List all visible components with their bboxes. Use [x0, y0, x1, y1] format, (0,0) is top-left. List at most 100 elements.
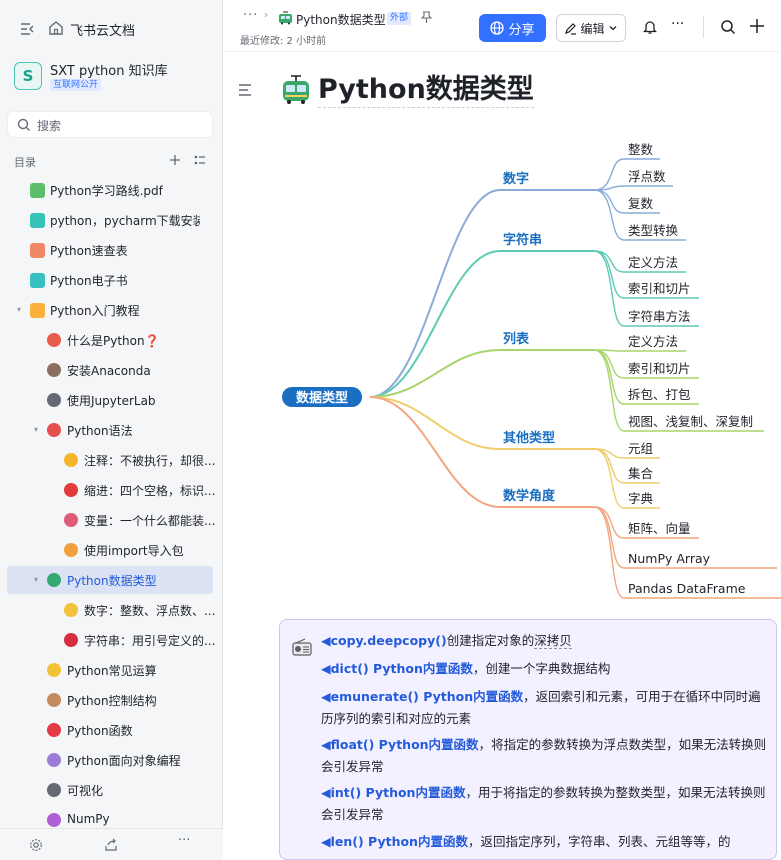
- sidebar-item-label: Python函数: [67, 724, 133, 738]
- description-text: ，创建一个字典数据结构: [472, 661, 611, 676]
- list-icon[interactable]: [194, 154, 206, 166]
- sidebar-item[interactable]: ▾ Python入门教程: [7, 296, 213, 324]
- sidebar-search[interactable]: 搜索: [7, 111, 213, 138]
- callout-line: ◀copy.deepcopy()创建指定对象的深拷贝: [321, 630, 771, 652]
- sidebar-item[interactable]: ▾ Python语法: [7, 416, 213, 444]
- expand-arrow-icon[interactable]: ▾: [31, 425, 41, 435]
- edit-button[interactable]: 编辑: [556, 14, 626, 42]
- mindmap-leaf-label: 视图、浅复制、深复制: [628, 414, 753, 429]
- sidebar-item-label: Python学习路线.pdf: [50, 184, 163, 198]
- sidebar-item[interactable]: 使用JupyterLab: [7, 386, 213, 414]
- collapse-sidebar-icon[interactable]: [18, 21, 36, 37]
- term-link[interactable]: 深拷贝: [534, 633, 572, 649]
- sidebar-item[interactable]: python，pycharm下载安装数...: [7, 206, 213, 234]
- share-button[interactable]: 分享: [479, 14, 546, 42]
- product-name[interactable]: 飞书云文档: [70, 20, 135, 39]
- more-options-button[interactable]: ···: [671, 16, 684, 32]
- sidebar-item-label: 使用import导入包: [84, 544, 184, 558]
- create-icon[interactable]: [747, 16, 767, 36]
- ebook-icon: [30, 273, 45, 288]
- add-icon[interactable]: [169, 154, 181, 166]
- mindmap: 数字整数浮点数复数类型转换字符串定义方法索引和切片字符串方法列表 定义方法索引和切…: [282, 142, 781, 599]
- sidebar-footer: ···: [0, 828, 223, 860]
- expand-arrow-icon[interactable]: ▾: [14, 305, 24, 315]
- toc-header: 目录: [14, 154, 214, 170]
- teacher-icon: [47, 753, 61, 767]
- chevron-right-icon: ›: [264, 10, 268, 21]
- function-keyword[interactable]: ◀int() Python内置函数: [321, 785, 465, 800]
- sidebar-item[interactable]: ▾ Python数据类型: [7, 566, 213, 594]
- sidebar-item-label: 缩进：四个空格，标识...: [84, 484, 216, 498]
- sidebar-item[interactable]: 使用import导入包: [7, 536, 213, 564]
- breadcrumb-doc-title[interactable]: Python数据类型: [296, 11, 386, 28]
- watermelon-icon: [47, 333, 61, 347]
- header-divider: [703, 16, 704, 38]
- sidebar-item[interactable]: Python控制结构: [7, 686, 213, 714]
- home-icon[interactable]: [47, 19, 65, 37]
- bell-icon[interactable]: [641, 18, 659, 36]
- description-text: ，返回指定序列，字符串、列表、元组等等，的: [467, 834, 731, 849]
- knowledge-base-header[interactable]: S SXT python 知识库 互联网公开: [14, 60, 214, 96]
- mindmap-leaf-label: 索引和切片: [628, 361, 691, 376]
- mindmap-leaf-label: 复数: [628, 196, 654, 211]
- pdf-file-icon: [30, 183, 45, 198]
- settings-icon[interactable]: [28, 837, 44, 853]
- flower-icon: [47, 663, 61, 677]
- sidebar-top: 飞书云文档: [0, 12, 223, 44]
- sidebar-item[interactable]: Python常见运算: [7, 656, 213, 684]
- lemon-icon: [64, 453, 78, 467]
- sidebar-item[interactable]: 注释：不被执行，却很...: [7, 446, 215, 474]
- doc-icon: [30, 213, 45, 228]
- toc-title: 目录: [14, 156, 36, 169]
- sidebar-item[interactable]: Python学习路线.pdf: [7, 176, 213, 204]
- breadcrumb-more[interactable]: ···: [243, 8, 258, 23]
- sidebar-item-label: 数字：整数、浮点数、...: [84, 604, 216, 618]
- sidebar-item-label: Python语法: [67, 424, 133, 438]
- sidebar-item[interactable]: 字符串：用引号定义的...: [7, 626, 216, 654]
- sidebar-item[interactable]: Python速查表: [7, 236, 213, 264]
- search-icon: [17, 118, 31, 132]
- function-keyword[interactable]: ◀emunerate() Python内置函数: [321, 689, 523, 704]
- outline-icon[interactable]: [237, 83, 252, 97]
- function-keyword[interactable]: ◀copy.deepcopy(): [321, 633, 447, 648]
- phone-icon: [64, 483, 78, 497]
- sidebar-item[interactable]: 缩进：四个空格，标识...: [7, 476, 216, 504]
- last-modified: 最近修改: 2 小时前: [240, 36, 327, 47]
- callout-block: ◀copy.deepcopy()创建指定对象的深拷贝 ◀dict() Python…: [279, 619, 777, 860]
- callout-line: ◀emunerate() Python内置函数，返回索引和元素，可用于在循环中同…: [321, 686, 771, 730]
- share-out-icon[interactable]: [103, 837, 119, 853]
- mindmap-leaf-label: 定义方法: [628, 255, 678, 270]
- sidebar-item-label: Python控制结构: [67, 694, 157, 708]
- share-label: 分享: [508, 22, 535, 38]
- sheet-icon: [30, 243, 45, 258]
- sidebar-item-label: python，pycharm下载安装数...: [50, 214, 200, 228]
- sidebar-item[interactable]: Python函数: [7, 716, 213, 744]
- sidebar-item[interactable]: 变量：一个什么都能装...: [7, 506, 215, 534]
- sidebar-item-label: 使用JupyterLab: [67, 394, 156, 408]
- sidebar-item-label: 什么是Python❓: [67, 334, 160, 348]
- radio-icon: [291, 636, 313, 658]
- function-keyword[interactable]: ◀len() Python内置函数: [321, 834, 468, 849]
- sidebar-item[interactable]: 可视化: [7, 776, 213, 804]
- callout-line: ◀float() Python内置函数，将指定的参数转换为浮点数类型，如果无法转…: [321, 734, 771, 778]
- sidebar-item[interactable]: 安装Anaconda: [7, 356, 213, 384]
- expand-arrow-icon[interactable]: ▾: [31, 575, 41, 585]
- cat-face-icon: [64, 603, 78, 617]
- page-title: Python数据类型: [318, 73, 534, 108]
- mindmap-leaf-label: 集合: [628, 466, 654, 481]
- tram-icon: [279, 73, 313, 107]
- folder-icon: [30, 303, 45, 318]
- function-keyword[interactable]: ◀dict() Python内置函数: [321, 661, 473, 676]
- search-icon[interactable]: [719, 18, 736, 35]
- sidebar-item-label: 字符串：用引号定义的...: [84, 634, 216, 648]
- mindmap-leaf-label: 整数: [628, 142, 654, 157]
- sidebar-item[interactable]: 数字：整数、浮点数、...: [7, 596, 216, 624]
- function-keyword[interactable]: ◀float() Python内置函数: [321, 737, 479, 752]
- pin-icon[interactable]: [420, 11, 432, 23]
- mindmap-branch-label: 字符串: [503, 232, 542, 248]
- sidebar-item[interactable]: 什么是Python❓: [7, 326, 213, 354]
- sidebar-item[interactable]: Python电子书: [7, 266, 213, 294]
- sidebar-item[interactable]: Python面向对象编程: [7, 746, 213, 774]
- external-badge: 外部: [387, 12, 412, 25]
- more-icon[interactable]: ···: [178, 833, 194, 849]
